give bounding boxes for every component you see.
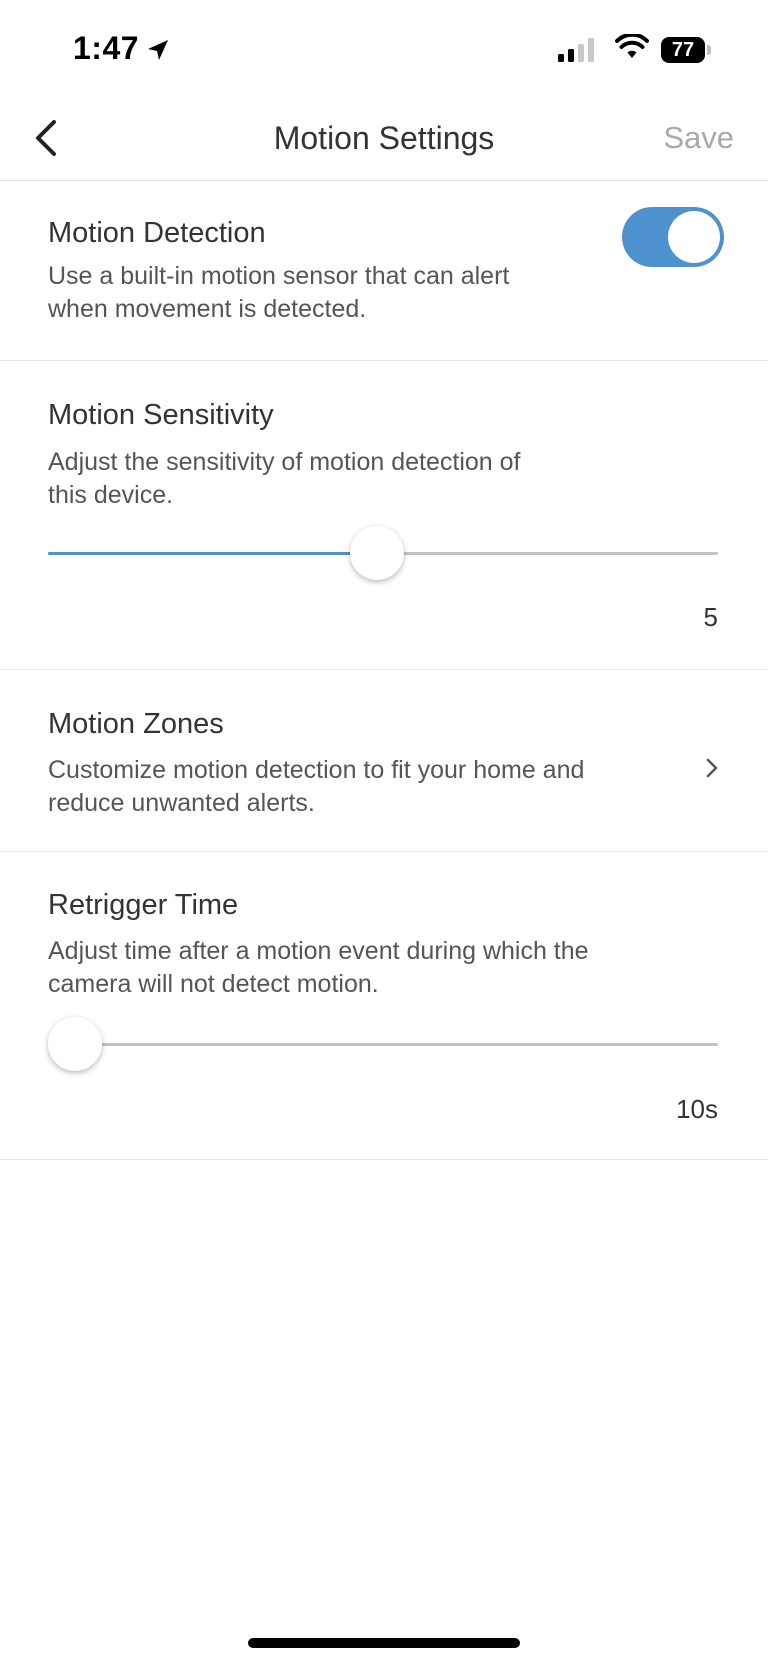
status-bar: 1:47 77 <box>0 0 768 100</box>
motion-zones-row[interactable]: Motion Zones Customize motion detection … <box>0 670 768 852</box>
cellular-signal-icon <box>558 38 594 62</box>
motion-sensitivity-slider[interactable] <box>48 525 718 581</box>
toggle-knob <box>668 211 720 263</box>
slider-thumb[interactable] <box>349 526 404 580</box>
page-title: Motion Settings <box>273 120 495 156</box>
home-indicator <box>248 1638 520 1648</box>
status-time: 1:47 <box>73 30 140 66</box>
motion-zones-title: Motion Zones <box>48 708 224 740</box>
retrigger-time-section: Retrigger Time Adjust time after a motio… <box>0 852 768 1160</box>
motion-detection-description-line2: when movement is detected. <box>48 295 367 323</box>
chevron-right-icon <box>706 758 718 778</box>
save-button[interactable]: Save <box>663 120 734 156</box>
retrigger-time-description-line2: camera will not detect motion. <box>48 970 379 998</box>
battery-indicator: 77 <box>661 37 711 63</box>
retrigger-time-description-line1: Adjust time after a motion event during … <box>48 937 589 965</box>
nav-bar: Motion Settings Save <box>0 100 768 181</box>
wifi-icon <box>615 34 649 58</box>
retrigger-time-title: Retrigger Time <box>48 889 239 921</box>
motion-sensitivity-title: Motion Sensitivity <box>48 399 274 431</box>
motion-zones-description-line1: Customize motion detection to fit your h… <box>48 756 585 784</box>
motion-sensitivity-description-line1: Adjust the sensitivity of motion detecti… <box>48 448 521 476</box>
motion-detection-description-line1: Use a built-in motion sensor that can al… <box>48 262 510 290</box>
motion-sensitivity-description-line2: this device. <box>48 481 174 509</box>
slider-thumb[interactable] <box>48 1017 102 1071</box>
retrigger-time-slider[interactable] <box>48 1016 718 1072</box>
slider-fill <box>48 552 377 555</box>
motion-detection-title: Motion Detection <box>48 217 266 249</box>
motion-detection-section: Motion Detection Use a built-in motion s… <box>0 181 768 361</box>
motion-detection-toggle[interactable] <box>622 207 724 267</box>
location-arrow-icon <box>148 40 168 60</box>
retrigger-time-value: 10s <box>676 1094 718 1124</box>
motion-zones-description-line2: reduce unwanted alerts. <box>48 789 315 817</box>
battery-percent: 77 <box>671 39 695 61</box>
motion-sensitivity-section: Motion Sensitivity Adjust the sensitivit… <box>0 361 768 670</box>
motion-sensitivity-value: 5 <box>703 602 718 632</box>
slider-track <box>48 1043 718 1046</box>
